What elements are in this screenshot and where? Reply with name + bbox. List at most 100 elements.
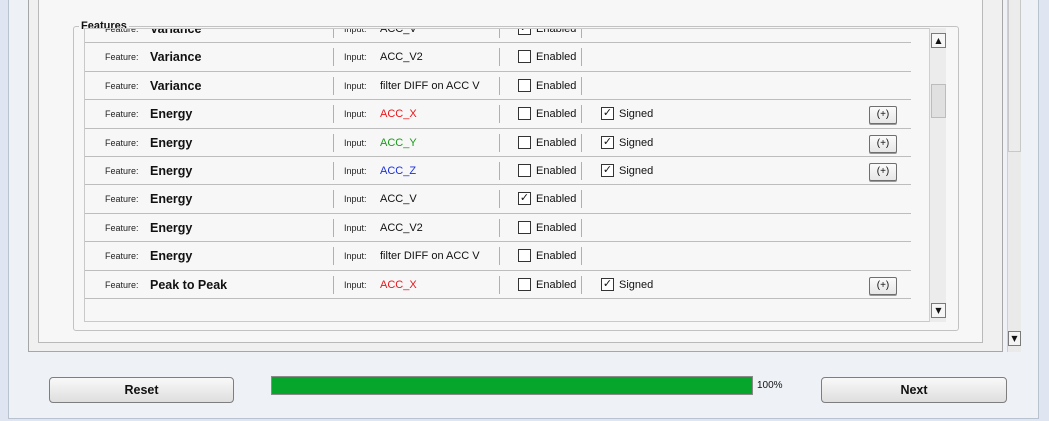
enabled-checkbox[interactable]: [518, 107, 531, 121]
progress-bar-fill: [272, 377, 752, 394]
page-scrollbar-thumb[interactable]: [1008, 0, 1021, 152]
input-label: Input:: [344, 194, 367, 205]
separator: [333, 48, 334, 67]
feature-row: Feature: Energy Input: ACC_Y Enabled ✓ Signed (…: [85, 129, 911, 157]
input-value: filter DIFF on ACC V: [380, 250, 480, 263]
feature-row: Feature: Energy Input: ACC_Z Enabled ✓ Signed (…: [85, 157, 911, 186]
input-label: Input:: [344, 137, 367, 148]
enabled-label: Enabled: [536, 136, 577, 149]
separator: [499, 76, 500, 95]
input-value: ACC_V2: [380, 221, 423, 234]
input-value: ACC_X: [380, 278, 417, 291]
separator: [333, 29, 334, 38]
separator: [499, 247, 500, 266]
add-option-button[interactable]: (+): [869, 134, 897, 153]
add-option-button[interactable]: (+): [869, 163, 897, 181]
signed-label: Signed: [619, 136, 654, 149]
scroll-up-arrow-icon[interactable]: ▲: [931, 33, 946, 48]
feature-name: Energy: [150, 249, 193, 264]
feature-list-scrollbar[interactable]: ▲ ▼: [929, 28, 946, 322]
separator: [499, 162, 500, 180]
enabled-label: Enabled: [536, 193, 577, 206]
feature-label: Feature:: [105, 109, 139, 120]
feature-name: Variance: [150, 28, 202, 36]
feature-label: Feature:: [105, 279, 139, 290]
separator: [499, 218, 500, 237]
feature-label: Feature:: [105, 28, 139, 34]
feature-row: Feature: Energy Input: ACC_V ✓ Enabled: [85, 185, 911, 214]
reset-button[interactable]: Reset: [49, 377, 234, 403]
feature-label: Feature:: [105, 166, 139, 176]
enabled-checkbox[interactable]: ✓: [518, 29, 531, 35]
input-value: ACC_V: [380, 28, 417, 35]
input-value: ACC_V2: [380, 51, 423, 64]
page-scroll-down-arrow-icon[interactable]: ▼: [1008, 331, 1021, 346]
separator: [333, 275, 334, 294]
input-label: Input:: [344, 166, 367, 176]
enabled-checkbox[interactable]: ✓: [518, 192, 531, 206]
input-label: Input:: [344, 28, 367, 34]
separator: [333, 133, 334, 152]
feature-name: Variance: [150, 50, 202, 65]
enabled-checkbox[interactable]: [518, 249, 531, 263]
separator: [499, 275, 500, 294]
input-value: ACC_Y: [380, 136, 417, 149]
separator: [581, 247, 582, 266]
separator: [333, 218, 334, 237]
enabled-checkbox[interactable]: [518, 50, 531, 64]
feature-row: Feature: Peak to Peak Input: ACC_X Enabled ✓ S…: [85, 271, 911, 299]
feature-label: Feature:: [105, 52, 139, 63]
input-value: ACC_Z: [380, 165, 417, 177]
input-value: ACC_X: [380, 108, 417, 121]
input-label: Input:: [344, 109, 367, 120]
feature-row: Feature: Energy Input: ACC_V2 Enabled: [85, 214, 911, 243]
progress-bar: [271, 376, 753, 395]
enabled-checkbox[interactable]: [518, 277, 531, 291]
separator: [581, 105, 582, 124]
separator: [581, 48, 582, 67]
separator: [581, 190, 582, 209]
feature-name: Energy: [150, 220, 193, 235]
signed-checkbox[interactable]: ✓: [601, 135, 614, 149]
enabled-label: Enabled: [536, 51, 577, 64]
feature-list: Feature: Variance Input: ACC_V ✓ Enabled Featu…: [84, 28, 930, 322]
input-label: Input:: [344, 279, 367, 290]
feature-row-partial: [85, 299, 911, 321]
signed-checkbox[interactable]: ✓: [601, 107, 614, 121]
feature-label: Feature:: [105, 222, 139, 233]
signed-label: Signed: [619, 165, 654, 177]
enabled-label: Enabled: [536, 221, 577, 234]
add-option-button[interactable]: (+): [869, 276, 897, 295]
feature-name: Energy: [150, 164, 193, 178]
feature-row: Feature: Variance Input: ACC_V2 Enabled: [85, 43, 911, 72]
feature-name: Energy: [150, 107, 193, 122]
page-scrollbar[interactable]: ▼: [1007, 0, 1021, 352]
enabled-label: Enabled: [536, 28, 577, 35]
separator: [333, 105, 334, 124]
feature-list-scrollbar-thumb[interactable]: [931, 84, 946, 118]
separator: [581, 275, 582, 294]
enabled-checkbox[interactable]: [518, 135, 531, 149]
next-button[interactable]: Next: [821, 377, 1007, 403]
input-label: Input:: [344, 251, 367, 262]
enabled-label: Enabled: [536, 250, 577, 263]
separator: [333, 162, 334, 180]
enabled-label: Enabled: [536, 278, 577, 291]
enabled-checkbox[interactable]: [518, 78, 531, 92]
signed-checkbox[interactable]: ✓: [601, 164, 614, 177]
progress-percent: 100%: [757, 380, 783, 391]
enabled-checkbox[interactable]: [518, 220, 531, 234]
signed-label: Signed: [619, 108, 654, 121]
separator: [499, 133, 500, 152]
feature-name: Energy: [150, 135, 193, 150]
enabled-checkbox[interactable]: [518, 164, 531, 177]
separator: [333, 76, 334, 95]
input-value: filter DIFF on ACC V: [380, 79, 480, 92]
scroll-down-arrow-icon[interactable]: ▼: [931, 303, 946, 318]
add-option-button[interactable]: (+): [869, 106, 897, 125]
separator: [581, 162, 582, 180]
enabled-label: Enabled: [536, 165, 577, 177]
separator: [581, 218, 582, 237]
signed-checkbox[interactable]: ✓: [601, 277, 614, 291]
feature-row: Feature: Energy Input: filter DIFF on ACC V…: [85, 242, 911, 271]
